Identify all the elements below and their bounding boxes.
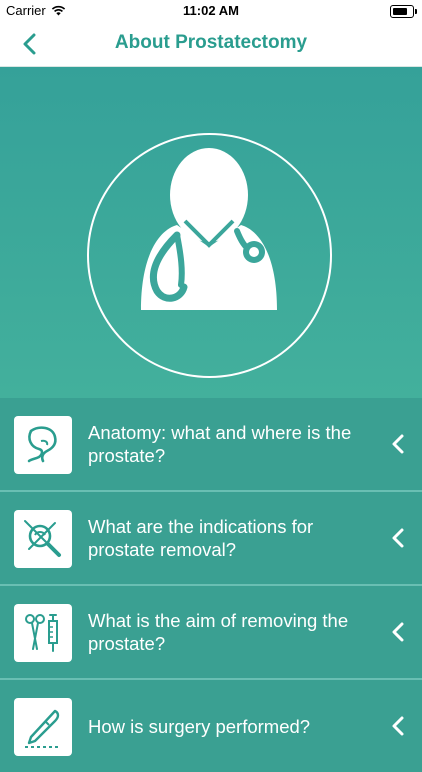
chevron-left-icon: [392, 622, 404, 642]
status-bar: Carrier 11:02 AM: [0, 0, 422, 22]
topic-thumbnail: [14, 698, 72, 756]
page-title: About Prostatectomy: [114, 32, 308, 53]
magnifier-inspection-icon: [24, 520, 61, 557]
list-item[interactable]: How is surgery performed?: [0, 680, 422, 772]
prostate-anatomy-icon: [27, 426, 57, 463]
topic-label: Anatomy: what and where is the prostate?: [88, 422, 352, 466]
surgical-instruments-icon: [25, 614, 58, 652]
navigation-bar: About Prostatectomy: [0, 22, 422, 67]
topic-label: What is the aim of removing the prostate…: [88, 610, 349, 654]
topic-label: How is surgery performed?: [88, 715, 311, 737]
scalpel-icon: [25, 709, 61, 748]
battery-icon: [390, 5, 417, 18]
hero-circle: [87, 133, 332, 378]
list-item[interactable]: Anatomy: what and where is the prostate?: [0, 398, 422, 490]
list-item[interactable]: What are the indications for prostate re…: [0, 492, 422, 584]
chevron-left-icon: [392, 528, 404, 548]
topic-thumbnail: [14, 604, 72, 662]
topic-thumbnail: [14, 510, 72, 568]
list-item[interactable]: What is the aim of removing the prostate…: [0, 586, 422, 678]
chevron-left-icon: [392, 716, 404, 736]
status-time: 11:02 AM: [183, 3, 239, 18]
topic-list: Anatomy: what and where is the prostate?…: [0, 398, 422, 772]
hero-banner: [0, 67, 422, 398]
topic-thumbnail: [14, 416, 72, 474]
topic-label: What are the indications for prostate re…: [88, 516, 314, 560]
chevron-left-icon: [392, 434, 404, 454]
doctor-icon: [141, 148, 277, 310]
